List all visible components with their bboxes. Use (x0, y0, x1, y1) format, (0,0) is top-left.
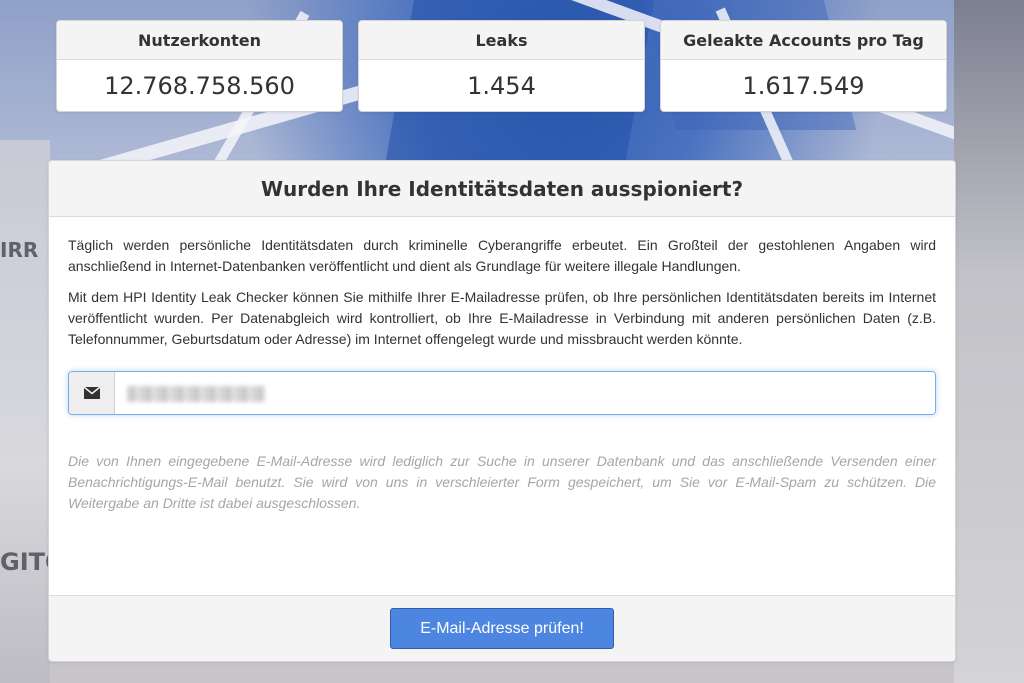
redacted-email-value (127, 386, 265, 402)
panel-footer: E-Mail-Adresse prüfen! (49, 595, 955, 661)
panel-title: Wurden Ihre Identitätsdaten ausspioniert… (49, 161, 955, 217)
background-sign-text: IRR (0, 238, 39, 262)
stat-card-leaks: Leaks 1.454 (358, 20, 645, 112)
stat-label: Geleakte Accounts pro Tag (661, 21, 946, 60)
stat-value: 1.454 (467, 72, 536, 100)
email-field-wrap (115, 372, 935, 414)
stat-value: 1.617.549 (742, 72, 865, 100)
stat-card-accounts-per-day: Geleakte Accounts pro Tag 1.617.549 (660, 20, 947, 112)
privacy-note: Die von Ihnen eingegebene E-Mail-Adresse… (68, 453, 936, 511)
stat-label: Leaks (359, 21, 644, 60)
check-email-button[interactable]: E-Mail-Adresse prüfen! (390, 608, 614, 649)
stat-label: Nutzerkonten (57, 21, 342, 60)
intro-paragraph: Täglich werden persönliche Identitätsdat… (68, 237, 936, 274)
panel-body: Täglich werden persönliche Identitätsdat… (49, 217, 955, 514)
envelope-icon-svg (82, 386, 101, 399)
left-wall (0, 140, 50, 683)
stat-value: 12.768.758.560 (104, 72, 295, 100)
stats-row: Nutzerkonten 12.768.758.560 Leaks 1.454 … (56, 20, 947, 112)
explanation-paragraph: Mit dem HPI Identity Leak Checker können… (68, 289, 936, 347)
leak-check-panel: Wurden Ihre Identitätsdaten ausspioniert… (48, 160, 956, 662)
email-input-group (68, 371, 936, 415)
right-wall (954, 0, 1024, 683)
envelope-icon (69, 372, 115, 414)
stat-card-accounts: Nutzerkonten 12.768.758.560 (56, 20, 343, 112)
